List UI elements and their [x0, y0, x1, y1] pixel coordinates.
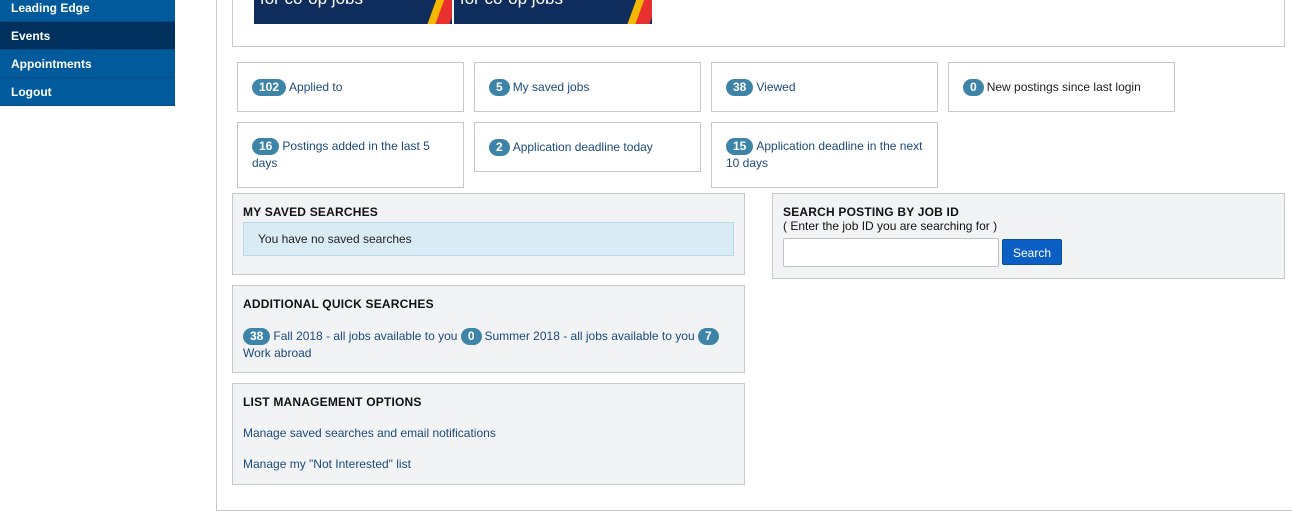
saved-searches-panel: MY SAVED SEARCHES You have no saved sear… — [232, 193, 745, 275]
list-management-panel: LIST MANAGEMENT OPTIONS Manage saved sea… — [232, 383, 745, 485]
co-op-banner[interactable]: for co-op jobs — [254, 0, 452, 24]
no-saved-searches-message: You have no saved searches — [243, 222, 734, 256]
stat-card-postings-added[interactable]: 16 Postings added in the last 5 days — [237, 122, 464, 188]
count-badge: 102 — [252, 78, 287, 96]
quick-search-summer-2018[interactable]: Summer 2018 - all jobs available to you — [485, 329, 695, 343]
stat-label[interactable]: Applied to — [289, 80, 342, 94]
stat-card-applied[interactable]: 102 Applied to — [237, 62, 464, 112]
sidebar-nav: Leading Edge Events Appointments Logout — [0, 0, 175, 106]
count-badge: 38 — [726, 78, 754, 96]
sidebar-item-events[interactable]: Events — [0, 22, 175, 50]
job-id-search-button[interactable]: Search — [1002, 239, 1062, 265]
banner-container: for co-op jobs for co-op jobs — [232, 0, 1285, 47]
stat-label[interactable]: Application deadline in the next 10 days — [726, 139, 922, 170]
stat-card-deadline-10-days[interactable]: 15 Application deadline in the next 10 da… — [711, 122, 938, 188]
banner-text: for co-op jobs — [260, 0, 363, 9]
stat-label[interactable]: Application deadline today — [513, 140, 653, 154]
stat-label[interactable]: My saved jobs — [513, 80, 590, 94]
list-management-title: LIST MANAGEMENT OPTIONS — [243, 395, 422, 409]
stat-label[interactable]: Viewed — [756, 80, 795, 94]
count-badge: 7 — [697, 328, 719, 345]
stat-card-deadline-today[interactable]: 2 Application deadline today — [474, 122, 701, 172]
sidebar-item-appointments[interactable]: Appointments — [0, 50, 175, 78]
job-id-input[interactable] — [783, 238, 999, 267]
quick-search-fall-2018[interactable]: Fall 2018 - all jobs available to you — [273, 329, 457, 343]
stat-card-saved-jobs[interactable]: 5 My saved jobs — [474, 62, 701, 112]
stat-card-new-postings[interactable]: 0 New postings since last login — [948, 62, 1175, 112]
stat-card-viewed[interactable]: 38 Viewed — [711, 62, 938, 112]
co-op-banner[interactable]: for co-op jobs — [454, 0, 652, 24]
quick-search-work-abroad[interactable]: Work abroad — [243, 346, 311, 360]
banner-stripe-graphic — [424, 0, 452, 24]
saved-searches-title: MY SAVED SEARCHES — [243, 205, 378, 219]
count-badge: 2 — [489, 138, 510, 156]
sidebar-item-logout[interactable]: Logout — [0, 78, 175, 106]
count-badge: 15 — [726, 138, 754, 155]
banner-stripe-graphic — [624, 0, 652, 24]
count-badge: 0 — [460, 328, 482, 345]
quick-search-list: 38 Fall 2018 - all jobs available to you … — [243, 328, 734, 362]
stat-label[interactable]: New postings since last login — [987, 80, 1141, 94]
manage-not-interested-link[interactable]: Manage my "Not Interested" list — [243, 457, 411, 471]
count-badge: 16 — [252, 138, 280, 155]
quick-searches-title: ADDITIONAL QUICK SEARCHES — [243, 297, 434, 311]
sidebar-item-leading-edge[interactable]: Leading Edge — [0, 0, 175, 22]
quick-searches-panel: ADDITIONAL QUICK SEARCHES 38 Fall 2018 - … — [232, 285, 745, 373]
banner-text: for co-op jobs — [460, 0, 563, 9]
job-id-search-title: SEARCH POSTING BY JOB ID — [783, 205, 959, 219]
count-badge: 0 — [963, 78, 984, 96]
job-id-search-hint: ( Enter the job ID you are searching for… — [783, 219, 998, 233]
job-id-search-panel: SEARCH POSTING BY JOB ID ( Enter the job… — [772, 193, 1285, 279]
manage-saved-searches-link[interactable]: Manage saved searches and email notifica… — [243, 426, 496, 440]
count-badge: 38 — [243, 328, 271, 345]
count-badge: 5 — [489, 78, 510, 96]
